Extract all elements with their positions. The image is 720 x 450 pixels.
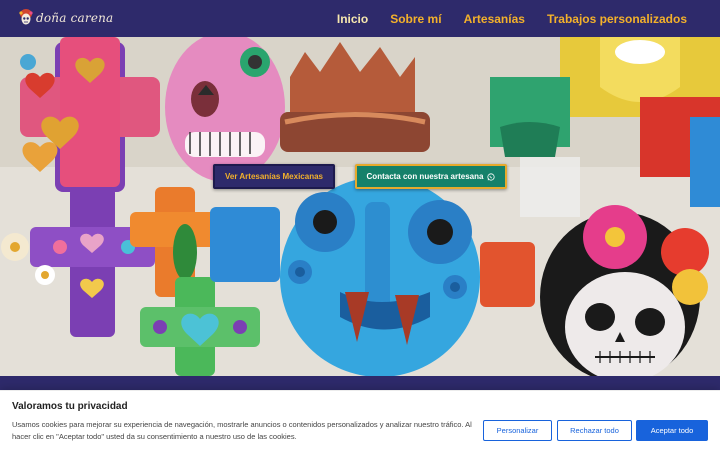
nav-item-sobre-mi[interactable]: Sobre mí	[390, 12, 441, 26]
cookie-description: Usamos cookies para mejorar su experienc…	[12, 420, 472, 441]
contact-artisan-label: Contacta con nuestra artesana	[366, 172, 484, 181]
accept-cookies-button[interactable]: Aceptar todo	[636, 420, 708, 441]
site-header: doña carena Inicio Sobre mí Artesanías T…	[0, 0, 720, 37]
cookie-title: Valoramos tu privacidad	[12, 401, 128, 412]
site-logo[interactable]: doña carena	[18, 7, 113, 29]
main-nav: Inicio Sobre mí Artesanías Trabajos pers…	[337, 0, 687, 37]
nav-item-artesanias[interactable]: Artesanías	[464, 12, 525, 26]
view-crafts-button[interactable]: Ver Artesanías Mexicanas	[213, 164, 335, 189]
contact-artisan-button[interactable]: Contacta con nuestra artesana	[355, 164, 507, 189]
customize-cookies-button[interactable]: Personalizar	[483, 420, 552, 441]
hero-section: Ver Artesanías Mexicanas Contacta con nu…	[0, 37, 720, 376]
logo-text: doña carena	[36, 11, 114, 25]
reject-cookies-button[interactable]: Rechazar todo	[557, 420, 632, 441]
whatsapp-icon	[487, 172, 496, 181]
hero-crafts-photo	[0, 37, 720, 376]
cookie-consent-banner: Valoramos tu privacidad Usamos cookies p…	[0, 390, 720, 450]
nav-item-trabajos-personalizados[interactable]: Trabajos personalizados	[547, 12, 687, 26]
nav-item-inicio[interactable]: Inicio	[337, 12, 368, 26]
section-band	[0, 376, 720, 390]
catrina-logo-icon	[19, 9, 33, 25]
